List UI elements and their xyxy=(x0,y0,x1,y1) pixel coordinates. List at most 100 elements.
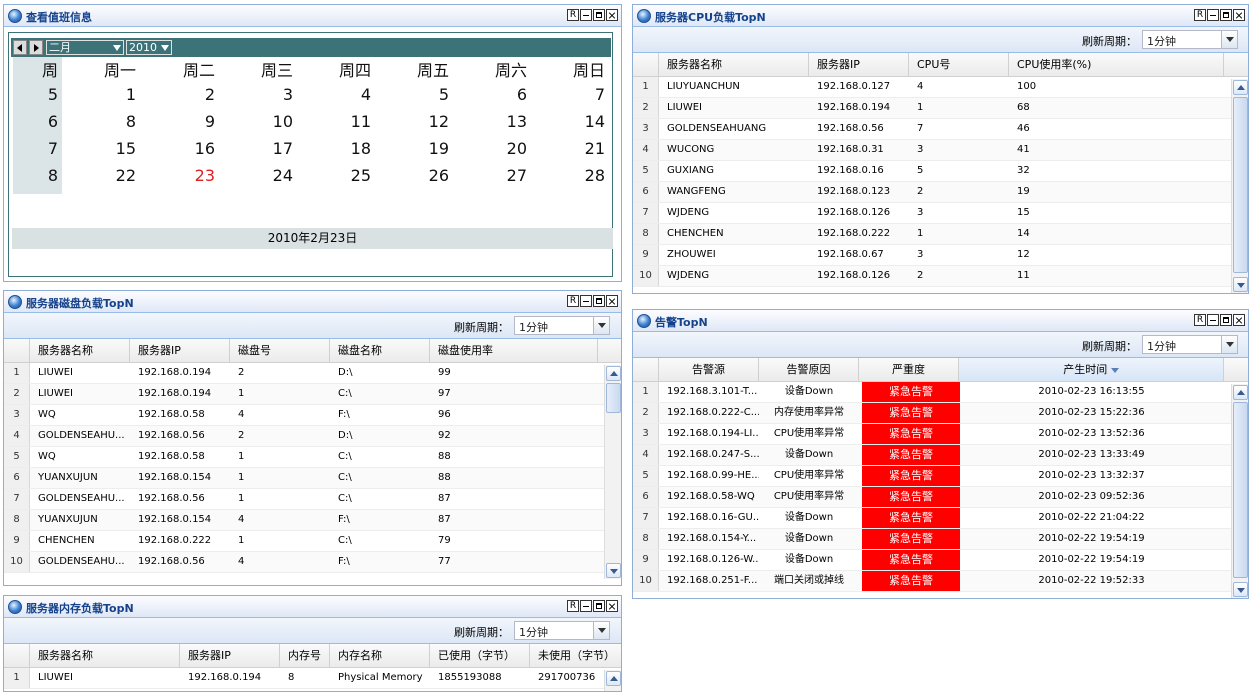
refresh-period-select[interactable]: 1分钟 xyxy=(1142,335,1238,354)
refresh-icon[interactable]: R xyxy=(567,600,579,612)
calendar-day[interactable]: 11 xyxy=(295,112,371,131)
column-header[interactable]: 服务器IP xyxy=(180,644,280,667)
calendar-day[interactable]: 25 xyxy=(295,166,371,185)
refresh-icon[interactable]: R xyxy=(1194,9,1206,21)
calendar-day[interactable]: 8 xyxy=(60,112,136,131)
calendar-day[interactable]: 7 xyxy=(529,85,605,104)
refresh-period-select[interactable]: 1分钟 xyxy=(514,621,610,640)
refresh-period-select[interactable]: 1分钟 xyxy=(1142,30,1238,49)
calendar-day[interactable]: 6 xyxy=(451,85,527,104)
next-month-button[interactable] xyxy=(29,40,43,55)
close-icon[interactable] xyxy=(606,295,618,307)
prev-month-button[interactable] xyxy=(13,40,27,55)
column-header[interactable]: 磁盘名称 xyxy=(330,339,430,362)
table-row[interactable]: 8 CHENCHEN 192.168.0.222 1 14 xyxy=(633,224,1248,245)
vertical-scrollbar[interactable] xyxy=(1231,384,1248,598)
chevron-down-icon[interactable] xyxy=(1221,336,1237,353)
column-header[interactable]: 磁盘使用率 xyxy=(430,339,598,362)
column-header[interactable]: CPU使用率(%) xyxy=(1009,53,1224,76)
scroll-up-icon[interactable] xyxy=(606,671,621,686)
year-select[interactable]: 2010 xyxy=(126,40,172,55)
column-header[interactable]: 服务器IP xyxy=(809,53,909,76)
maximize-icon[interactable] xyxy=(593,295,605,307)
calendar-day[interactable]: 21 xyxy=(529,139,605,158)
table-row[interactable]: 8 192.168.0.154-Y... 设备Down 紧急告警 2010-02-22 … xyxy=(633,529,1248,550)
minimize-icon[interactable] xyxy=(1207,314,1219,326)
calendar-day[interactable]: 9 xyxy=(139,112,215,131)
column-header[interactable]: 服务器名称 xyxy=(659,53,809,76)
table-row[interactable]: 7 WJDENG 192.168.0.126 3 15 xyxy=(633,203,1248,224)
chevron-down-icon[interactable] xyxy=(593,317,609,334)
calendar-day[interactable]: 28 xyxy=(529,166,605,185)
scroll-up-icon[interactable] xyxy=(606,366,621,381)
calendar-day[interactable]: 10 xyxy=(217,112,293,131)
maximize-icon[interactable] xyxy=(1220,9,1232,21)
column-header[interactable]: 服务器名称 xyxy=(30,339,130,362)
calendar-day[interactable]: 27 xyxy=(451,166,527,185)
table-row[interactable]: 9 CHENCHEN 192.168.0.222 1 C:\ 79 xyxy=(4,531,621,552)
refresh-icon[interactable]: R xyxy=(567,9,579,21)
table-row[interactable]: 5 GUXIANG 192.168.0.16 5 32 xyxy=(633,161,1248,182)
table-row[interactable]: 4 GOLDENSEAHU... 192.168.0.56 2 D:\ 92 xyxy=(4,426,621,447)
table-row[interactable]: 10 WJDENG 192.168.0.126 2 11 xyxy=(633,266,1248,287)
table-row[interactable]: 4 192.168.0.247-S... 设备Down 紧急告警 2010-02-23 … xyxy=(633,445,1248,466)
scroll-thumb[interactable] xyxy=(1233,97,1248,273)
calendar-day[interactable]: 17 xyxy=(217,139,293,158)
refresh-period-select[interactable]: 1分钟 xyxy=(514,316,610,335)
maximize-icon[interactable] xyxy=(1220,314,1232,326)
calendar-day[interactable]: 22 xyxy=(60,166,136,185)
calendar-day[interactable]: 16 xyxy=(139,139,215,158)
vertical-scrollbar[interactable] xyxy=(604,670,621,691)
vertical-scrollbar[interactable] xyxy=(1231,79,1248,293)
table-row[interactable]: 2 LIUWEI 192.168.0.194 1 68 xyxy=(633,98,1248,119)
column-header[interactable]: 内存名称 xyxy=(330,644,430,667)
calendar-day[interactable]: 24 xyxy=(217,166,293,185)
scroll-down-icon[interactable] xyxy=(1233,277,1248,292)
table-row[interactable]: 6 WANGFENG 192.168.0.123 2 19 xyxy=(633,182,1248,203)
calendar-day[interactable]: 23 xyxy=(139,166,215,185)
table-row[interactable]: 9 ZHOUWEI 192.168.0.67 3 12 xyxy=(633,245,1248,266)
table-row[interactable]: 10 GOLDENSEAHU... 192.168.0.56 4 F:\ 77 xyxy=(4,552,621,573)
table-row[interactable]: 4 WUCONG 192.168.0.31 3 41 xyxy=(633,140,1248,161)
column-header[interactable]: 磁盘号 xyxy=(230,339,330,362)
table-row[interactable]: 10 192.168.0.251-F... 端口关闭或掉线 紧急告警 2010-02-2… xyxy=(633,571,1248,592)
table-row[interactable]: 6 192.168.0.58-WQ CPU使用率异常 紧急告警 2010-02-23 0… xyxy=(633,487,1248,508)
scroll-thumb[interactable] xyxy=(1233,402,1248,578)
column-header-sorted[interactable]: 产生时间 xyxy=(959,358,1224,381)
close-icon[interactable] xyxy=(606,9,618,21)
table-row[interactable]: 1 LIUWEI 192.168.0.194 2 D:\ 99 xyxy=(4,363,621,384)
close-icon[interactable] xyxy=(1233,314,1245,326)
table-row[interactable]: 6 YUANXUJUN 192.168.0.154 1 C:\ 88 xyxy=(4,468,621,489)
table-row[interactable]: 1 LIUYUANCHUN 192.168.0.127 4 100 xyxy=(633,77,1248,98)
table-row[interactable]: 3 192.168.0.194-LI... CPU使用率异常 紧急告警 2010-02-… xyxy=(633,424,1248,445)
scroll-down-icon[interactable] xyxy=(1233,582,1248,597)
calendar-day[interactable]: 4 xyxy=(295,85,371,104)
table-row[interactable]: 3 GOLDENSEAHUANG 192.168.0.56 7 46 xyxy=(633,119,1248,140)
calendar-day[interactable]: 15 xyxy=(60,139,136,158)
minimize-icon[interactable] xyxy=(580,600,592,612)
scroll-thumb[interactable] xyxy=(606,383,621,413)
calendar-day[interactable]: 5 xyxy=(373,85,449,104)
month-select[interactable]: 二月 xyxy=(46,40,124,55)
table-row[interactable]: 3 WQ 192.168.0.58 4 F:\ 96 xyxy=(4,405,621,426)
calendar-day[interactable]: 3 xyxy=(217,85,293,104)
column-header[interactable]: 告警源 xyxy=(659,358,759,381)
table-row[interactable]: 8 YUANXUJUN 192.168.0.154 4 F:\ 87 xyxy=(4,510,621,531)
chevron-down-icon[interactable] xyxy=(593,622,609,639)
table-row[interactable]: 2 LIUWEI 192.168.0.194 1 C:\ 97 xyxy=(4,384,621,405)
scroll-down-icon[interactable] xyxy=(606,563,621,578)
calendar-day[interactable]: 18 xyxy=(295,139,371,158)
calendar-day[interactable]: 14 xyxy=(529,112,605,131)
table-row[interactable]: 1 LIUWEI 192.168.0.194 8 Physical Memory 1855… xyxy=(4,668,621,689)
close-icon[interactable] xyxy=(1233,9,1245,21)
table-row[interactable]: 7 192.168.0.16-GU... 设备Down 紧急告警 2010-02-22 … xyxy=(633,508,1248,529)
maximize-icon[interactable] xyxy=(593,9,605,21)
refresh-icon[interactable]: R xyxy=(567,295,579,307)
calendar-day[interactable]: 1 xyxy=(60,85,136,104)
minimize-icon[interactable] xyxy=(1207,9,1219,21)
scroll-up-icon[interactable] xyxy=(1233,385,1248,400)
column-header[interactable]: 内存号 xyxy=(280,644,330,667)
calendar-day[interactable]: 13 xyxy=(451,112,527,131)
column-header[interactable]: 服务器名称 xyxy=(30,644,180,667)
refresh-icon[interactable]: R xyxy=(1194,314,1206,326)
